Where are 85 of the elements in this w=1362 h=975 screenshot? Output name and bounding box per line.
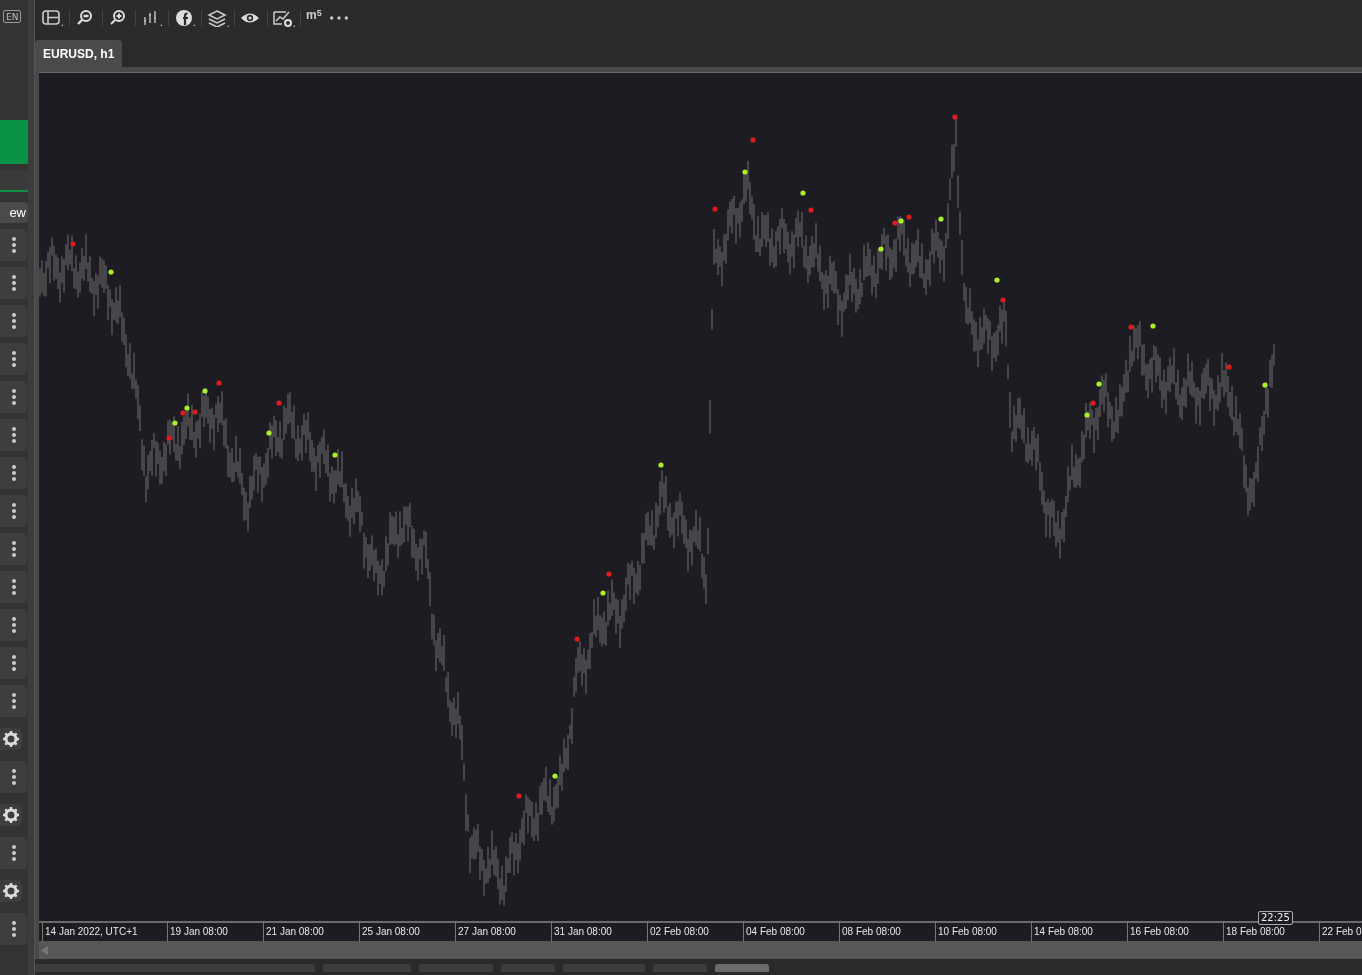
more-icon	[10, 921, 17, 937]
more-button[interactable]	[0, 343, 27, 375]
more-icon	[10, 389, 17, 405]
more-button[interactable]	[0, 419, 27, 451]
more-button[interactable]	[0, 609, 27, 641]
signal-dot	[172, 420, 178, 426]
signal-dot	[166, 435, 172, 441]
more-icon	[10, 655, 17, 671]
signal-dot	[1090, 400, 1096, 406]
signal-dot	[1128, 324, 1134, 330]
more-button[interactable]	[0, 495, 27, 527]
signal-dot	[1226, 364, 1232, 370]
signal-dot	[658, 462, 664, 468]
more-button[interactable]	[0, 647, 27, 679]
signal-dot	[994, 277, 1000, 283]
more-icon	[10, 465, 17, 481]
more-icon	[329, 16, 348, 20]
signal-dot	[332, 452, 338, 458]
settings-button[interactable]	[0, 804, 22, 826]
signal-dot	[938, 216, 944, 222]
new-button[interactable]: ew	[0, 202, 28, 223]
more-button[interactable]	[0, 837, 27, 869]
settings-button[interactable]	[0, 728, 22, 750]
signal-dot	[606, 571, 612, 577]
more-icon	[10, 769, 17, 785]
settings-button[interactable]	[0, 880, 22, 902]
signal-dot	[516, 793, 522, 799]
signal-dot	[906, 214, 912, 220]
more-icon	[10, 845, 17, 861]
signal-dot	[712, 206, 718, 212]
signal-dot	[108, 269, 114, 275]
bar-chart-icon	[141, 9, 163, 27]
signal-dot	[1262, 382, 1268, 388]
signal-dot	[1084, 412, 1090, 418]
more-icon	[10, 693, 17, 709]
gear-icon	[3, 883, 19, 899]
more-button[interactable]	[0, 457, 27, 489]
more-button[interactable]	[0, 305, 27, 337]
signal-dot	[600, 590, 606, 596]
signal-dot	[750, 137, 756, 143]
more-icon	[10, 579, 17, 595]
more-icon	[10, 313, 17, 329]
more-button[interactable]	[0, 229, 27, 261]
gear-icon	[3, 731, 19, 747]
more-icon	[10, 541, 17, 557]
layers-icon	[207, 9, 229, 27]
signal-dot	[552, 773, 558, 779]
chart-settings-icon	[273, 9, 295, 27]
signal-dot	[574, 636, 580, 642]
more-button[interactable]	[0, 381, 27, 413]
signal-dot	[276, 400, 282, 406]
buy-panel	[0, 120, 28, 164]
signal-dot	[952, 114, 958, 120]
signal-dot	[266, 430, 272, 436]
more-icon	[10, 617, 17, 633]
more-button[interactable]	[0, 533, 27, 565]
time-cursor-label: 22:25	[1258, 911, 1293, 925]
more-icon	[10, 275, 17, 291]
more-button[interactable]	[0, 267, 27, 299]
signal-dot	[1150, 323, 1156, 329]
more-icon	[10, 427, 17, 443]
f-circle-icon	[174, 9, 196, 27]
more-button[interactable]	[0, 761, 27, 793]
horizontal-scrollbar[interactable]	[39, 941, 1362, 959]
more-button[interactable]	[0, 913, 27, 945]
more-icon	[10, 351, 17, 367]
input-field[interactable]	[0, 170, 28, 192]
more-button[interactable]	[0, 685, 27, 717]
more-icon	[10, 237, 17, 253]
more-button[interactable]	[0, 571, 27, 603]
signal-dot	[1000, 297, 1006, 303]
layout-icon	[42, 9, 64, 27]
signal-dot	[808, 207, 814, 213]
more-icon	[10, 503, 17, 519]
gear-icon	[3, 807, 19, 823]
signal-dot	[742, 169, 748, 175]
signal-dot	[1096, 381, 1102, 387]
signal-dot	[192, 409, 198, 415]
signal-dot	[202, 388, 208, 394]
signal-dot	[70, 241, 76, 247]
signal-dot	[216, 380, 222, 386]
signal-dot	[800, 190, 806, 196]
language-badge[interactable]: EN	[3, 10, 22, 23]
chart-tab[interactable]: EURUSD, h1	[35, 40, 123, 67]
signal-dot	[878, 246, 884, 252]
